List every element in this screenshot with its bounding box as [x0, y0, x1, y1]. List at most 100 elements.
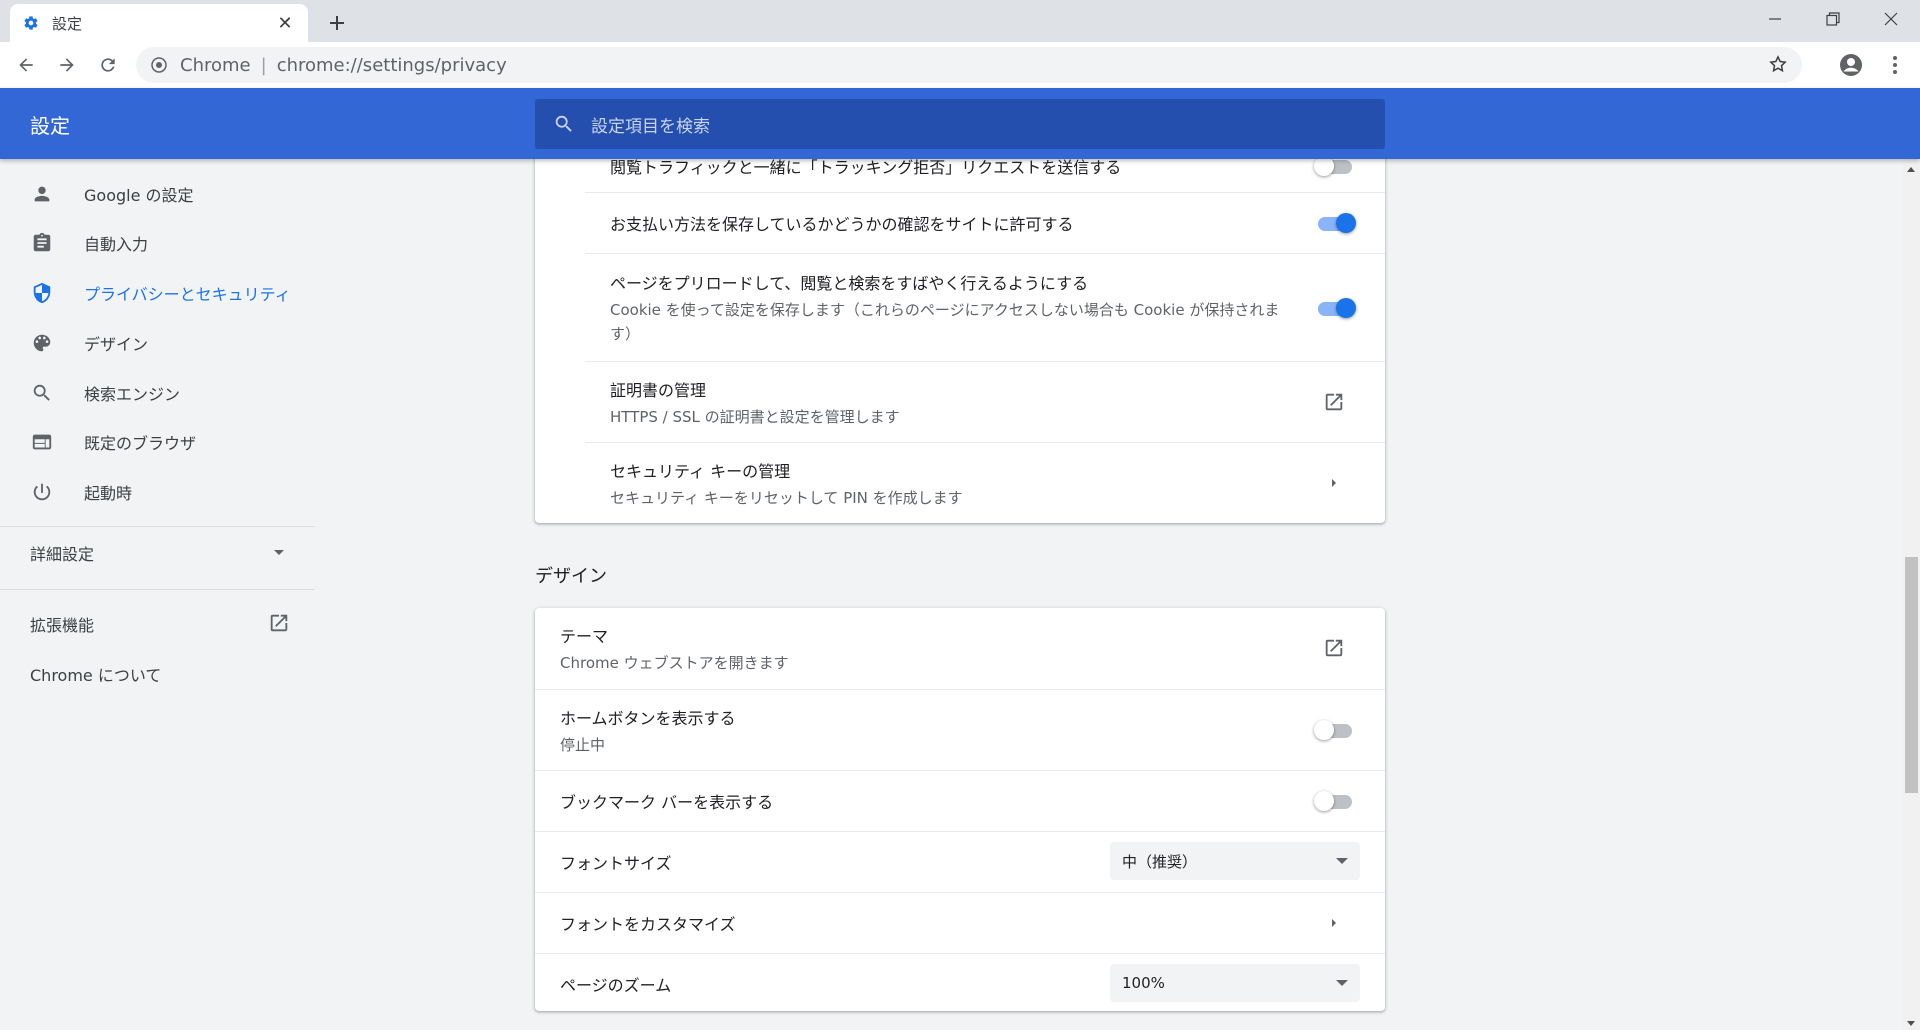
sidebar-item-label: 詳細設定 — [30, 545, 95, 564]
sidebar-item-label: 自動入力 — [84, 235, 149, 254]
search-icon — [555, 115, 572, 132]
select-value: 中（推奨） — [1122, 852, 1198, 871]
omnibox-separator: | — [260, 54, 267, 76]
reload-button[interactable] — [92, 49, 124, 81]
browser-icon — [30, 430, 54, 454]
arrow-drop-down-icon — [1336, 858, 1348, 864]
chrome-icon — [150, 56, 168, 74]
page-zoom-select[interactable]: 100% — [1110, 964, 1360, 1002]
sidebar-item-label: 既定のブラウザ — [84, 434, 197, 453]
power-icon — [30, 480, 54, 504]
more-vert-icon — [1893, 56, 1897, 74]
font-size-select[interactable]: 中（推奨） — [1110, 842, 1360, 880]
open-in-new-icon — [268, 612, 290, 638]
new-tab-button[interactable] — [322, 8, 352, 38]
chevron-right-icon[interactable] — [1322, 911, 1346, 935]
setting-title: ページのズーム — [560, 976, 672, 995]
sidebar-item-google[interactable]: Google の設定 — [0, 170, 315, 218]
sidebar-item-label: 検索エンジン — [84, 385, 181, 404]
sidebar-item-default-browser[interactable]: 既定のブラウザ — [0, 418, 315, 466]
payment-methods-toggle[interactable] — [1314, 212, 1356, 234]
page-scrollbar[interactable] — [1903, 159, 1920, 1030]
minimize-button[interactable] — [1746, 0, 1804, 38]
close-icon — [1884, 12, 1898, 26]
tab-settings[interactable]: 設定 ✕ — [10, 4, 308, 42]
sidebar-item-label: デザイン — [84, 335, 149, 354]
setting-subtitle: 停止中 — [560, 736, 606, 754]
forward-button[interactable] — [51, 49, 83, 81]
setting-subtitle: セキュリティ キーをリセットして PIN を作成します — [610, 489, 963, 507]
setting-title: フォントをカスタマイズ — [560, 915, 736, 934]
back-button[interactable] — [10, 49, 42, 81]
preload-toggle[interactable] — [1314, 297, 1356, 319]
select-value: 100% — [1122, 974, 1165, 992]
scroll-down-icon[interactable] — [1907, 1021, 1915, 1026]
window-close-button[interactable] — [1862, 0, 1920, 38]
omnibox[interactable]: Chrome | chrome://settings/privacy — [136, 47, 1802, 83]
arrow-drop-down-icon — [1336, 980, 1348, 986]
setting-row-customize-fonts[interactable]: フォントをカスタマイズ — [535, 892, 1385, 953]
sidebar-divider — [0, 526, 315, 527]
sidebar-item-on-startup[interactable]: 起動時 — [0, 468, 315, 516]
setting-text: セキュリティ キーの管理 セキュリティ キーをリセットして PIN を作成します — [610, 458, 963, 510]
chevron-right-icon[interactable] — [1322, 471, 1346, 495]
setting-text: ページをプリロードして、閲覧と検索をすばやく行えるようにする Cookie を使… — [610, 270, 1290, 346]
gear-icon — [22, 14, 40, 32]
home-button-toggle[interactable] — [1314, 719, 1356, 741]
setting-title: ブックマーク バーを表示する — [560, 793, 774, 812]
search-icon — [30, 381, 54, 405]
search-placeholder: 設定項目を検索 — [591, 116, 710, 137]
settings-search-input[interactable]: 設定項目を検索 — [535, 99, 1385, 149]
setting-subtitle: Chrome ウェブストアを開きます — [560, 654, 789, 672]
sidebar-item-privacy[interactable]: プライバシーとセキュリティ — [0, 269, 315, 317]
arrow-forward-icon — [60, 58, 74, 72]
sidebar: Google の設定 自動入力 プライバシーとセキュリティ デザイン 検索エンジ… — [0, 159, 315, 1030]
setting-title: ホームボタンを表示する — [560, 709, 736, 728]
setting-row-security-keys[interactable]: セキュリティ キーの管理 セキュリティ キーをリセットして PIN を作成します — [585, 442, 1385, 523]
sidebar-divider — [0, 589, 315, 590]
person-icon — [30, 182, 54, 206]
setting-subtitle: Cookie を使って設定を保存します（これらのページにアクセスしない場合も C… — [610, 301, 1280, 343]
setting-row-font-size: フォントサイズ 中（推奨） — [535, 831, 1385, 892]
plus-icon — [330, 16, 344, 30]
restore-button[interactable] — [1804, 0, 1862, 38]
settings-header: 設定 設定項目を検索 — [0, 88, 1920, 159]
sidebar-item-search-engine[interactable]: 検索エンジン — [0, 369, 315, 417]
sidebar-item-label: Google の設定 — [84, 186, 194, 205]
bookmark-star-icon[interactable] — [1768, 54, 1788, 79]
tab-title: 設定 — [52, 14, 83, 33]
setting-row-payment-methods[interactable]: お支払い方法を保存しているかどうかの確認をサイトに許可する — [585, 192, 1385, 253]
setting-row-preload[interactable]: ページをプリロードして、閲覧と検索をすばやく行えるようにする Cookie を使… — [585, 253, 1385, 361]
setting-row-bookmark-bar[interactable]: ブックマーク バーを表示する — [535, 770, 1385, 831]
profile-button[interactable] — [1836, 50, 1866, 80]
sidebar-item-label: プライバシーとセキュリティ — [84, 285, 291, 304]
bookmark-bar-toggle[interactable] — [1314, 790, 1356, 812]
restore-icon — [1826, 12, 1840, 26]
page-title: 設定 — [30, 114, 70, 138]
palette-icon — [30, 331, 54, 355]
arrow-back-icon — [19, 58, 33, 72]
setting-row-certificates[interactable]: 証明書の管理 HTTPS / SSL の証明書と設定を管理します — [585, 361, 1385, 442]
setting-title: セキュリティ キーの管理 — [610, 462, 791, 481]
setting-title: フォントサイズ — [560, 854, 672, 873]
scroll-up-icon[interactable] — [1907, 167, 1915, 172]
sidebar-item-design[interactable]: デザイン — [0, 319, 315, 367]
sidebar-item-advanced[interactable]: 詳細設定 — [0, 529, 315, 577]
sidebar-item-extensions[interactable]: 拡張機能 — [0, 600, 315, 648]
open-in-new-icon[interactable] — [1322, 390, 1346, 414]
sidebar-item-label: Chrome について — [30, 666, 162, 685]
chrome-menu-button[interactable] — [1880, 50, 1910, 80]
sidebar-item-about[interactable]: Chrome について — [0, 650, 315, 698]
scrollbar-thumb[interactable] — [1905, 557, 1918, 793]
setting-title: テーマ — [560, 627, 609, 646]
arrow-drop-down-icon — [274, 550, 284, 555]
setting-title: お支払い方法を保存しているかどうかの確認をサイトに許可する — [610, 215, 1074, 234]
sidebar-item-autofill[interactable]: 自動入力 — [0, 219, 315, 267]
sidebar-item-label: 起動時 — [84, 484, 133, 503]
open-in-new-icon[interactable] — [1322, 636, 1346, 660]
setting-row-home-button[interactable]: ホームボタンを表示する 停止中 — [535, 689, 1385, 770]
setting-row-theme[interactable]: テーマ Chrome ウェブストアを開きます — [535, 608, 1385, 689]
omnibox-url: chrome://settings/privacy — [276, 54, 507, 76]
close-icon[interactable]: ✕ — [274, 12, 296, 34]
setting-text: 証明書の管理 HTTPS / SSL の証明書と設定を管理します — [610, 377, 900, 429]
